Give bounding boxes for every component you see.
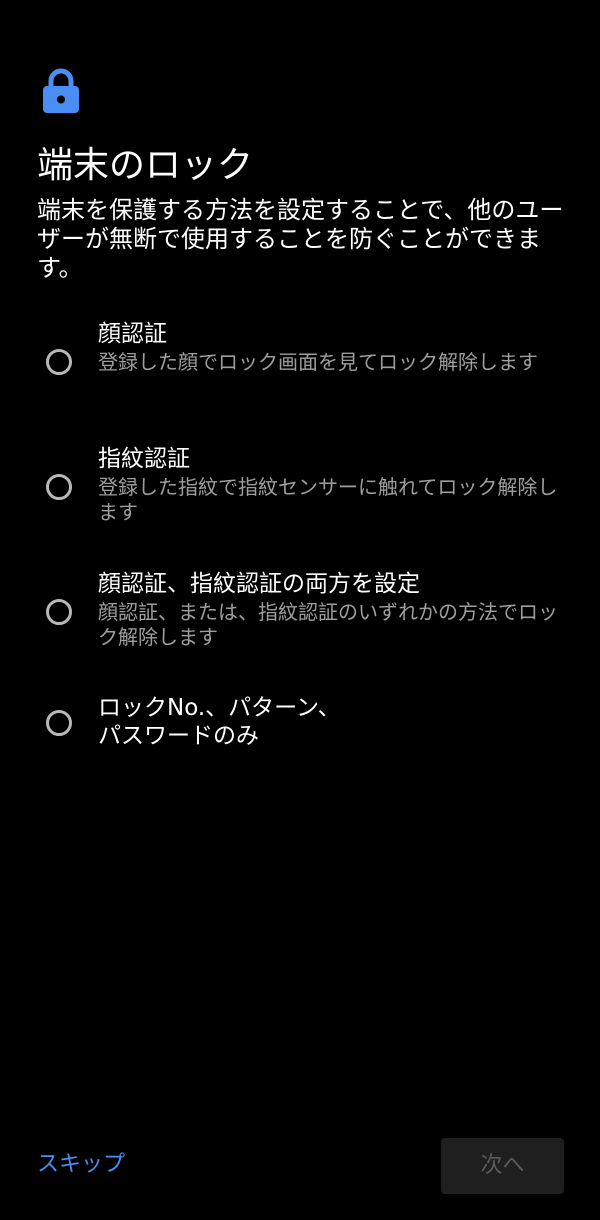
radio-button[interactable]: [46, 599, 72, 625]
option-pin-pattern-password[interactable]: ロックNo.、パターン、パスワードのみ: [0, 692, 600, 802]
option-title: 指紋認証: [98, 446, 190, 472]
lock-icon: [43, 68, 79, 113]
option-title: 顔認証、指紋認証の両方を設定: [98, 571, 420, 597]
page-title: 端末のロック: [37, 145, 254, 186]
option-face-auth[interactable]: 顔認証 登録した顔でロック画面を見てロック解除します: [0, 318, 600, 428]
option-title: 顔認証: [98, 321, 167, 347]
radio-button[interactable]: [46, 710, 72, 736]
option-subtitle: 登録した指紋で指紋センサーに触れてロック解除します: [98, 475, 558, 524]
radio-button[interactable]: [46, 474, 72, 500]
next-button[interactable]: 次へ: [441, 1138, 564, 1194]
option-title: ロックNo.、パターン、パスワードのみ: [98, 695, 341, 749]
skip-button[interactable]: スキップ: [37, 1148, 125, 1182]
option-subtitle: 顔認証、または、指紋認証のいずれかの方法でロック解除します: [98, 600, 558, 649]
radio-button[interactable]: [46, 349, 72, 375]
option-fingerprint-auth[interactable]: 指紋認証 登録した指紋で指紋センサーに触れてロック解除します: [0, 443, 600, 553]
option-face-and-fingerprint[interactable]: 顔認証、指紋認証の両方を設定 顔認証、または、指紋認証のいずれかの方法でロック解…: [0, 568, 600, 678]
page-description: 端末を保護する方法を設定することで、他のユーザーが無断で使用することを防ぐことが…: [37, 196, 564, 282]
option-subtitle: 登録した顔でロック画面を見てロック解除します: [98, 350, 538, 374]
